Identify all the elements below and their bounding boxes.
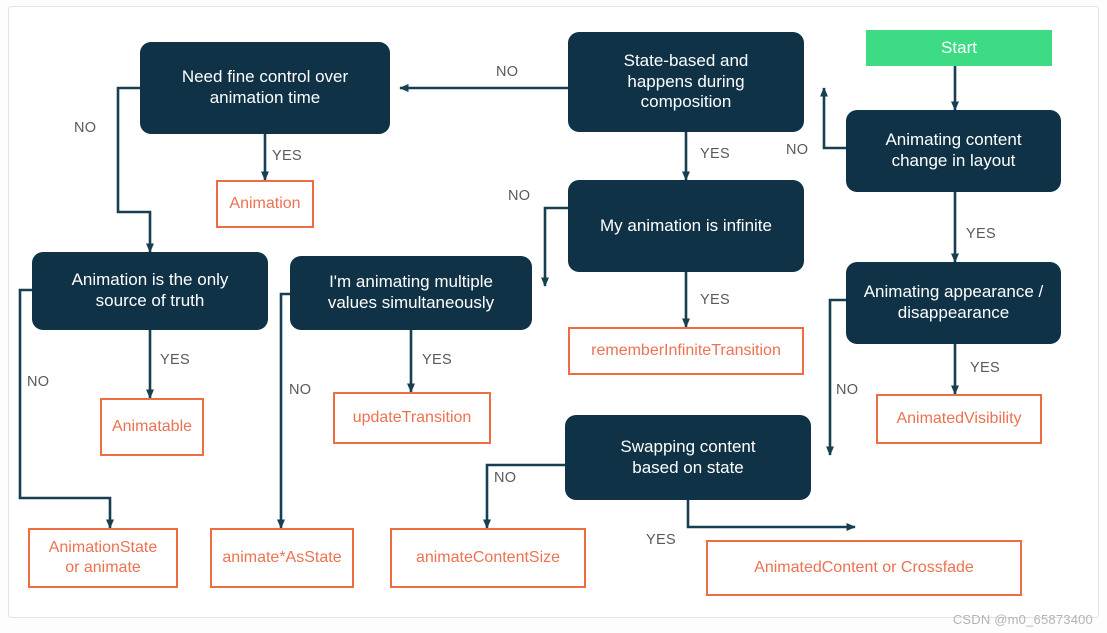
edge-label-swapping-no: NO xyxy=(494,470,517,486)
node-animating-multiple-values-label: I'm animating multiple values simultaneo… xyxy=(327,272,495,312)
node-remember-infinite-transition-label: rememberInfiniteTransition xyxy=(591,342,781,360)
node-animated-visibility[interactable]: AnimatedVisibility xyxy=(876,394,1042,444)
edge-label-appearance-yes: YES xyxy=(970,360,1000,376)
node-start[interactable]: Start xyxy=(866,30,1052,66)
node-state-based-composition-label: State-based and happens during compositi… xyxy=(623,50,749,112)
edge-label-onlysource-yes: YES xyxy=(160,352,190,368)
node-swapping-content-label: Swapping content based on state xyxy=(620,436,756,477)
edge-label-composition-no: NO xyxy=(496,64,519,80)
node-start-label: Start xyxy=(941,37,977,57)
node-need-fine-control[interactable]: Need fine control over animation time xyxy=(140,42,390,134)
node-animation-result[interactable]: Animation xyxy=(216,180,314,228)
node-swapping-content[interactable]: Swapping content based on state xyxy=(565,415,811,500)
edge-label-finecontrol-yes: YES xyxy=(272,148,302,164)
node-my-animation-infinite[interactable]: My animation is infinite xyxy=(568,180,804,272)
node-animation-state-or-animate[interactable]: AnimationState or animate xyxy=(28,528,178,588)
node-animating-appearance-label: Animating appearance / disappearance xyxy=(863,282,1044,322)
flowchart-canvas: Start Animating content change in layout… xyxy=(0,0,1107,633)
node-animated-visibility-label: AnimatedVisibility xyxy=(896,410,1022,428)
node-animating-multiple-values[interactable]: I'm animating multiple values simultaneo… xyxy=(290,256,532,330)
node-state-based-composition[interactable]: State-based and happens during compositi… xyxy=(568,32,804,132)
node-animate-content-size-label: animateContentSize xyxy=(415,549,561,567)
node-animating-content-change[interactable]: Animating content change in layout xyxy=(846,110,1061,192)
edge-label-composition-yes: YES xyxy=(700,146,730,162)
node-animation-only-source-label: Animation is the only source of truth xyxy=(71,270,229,310)
edge-label-infinite-no: NO xyxy=(508,188,531,204)
node-animation-only-source[interactable]: Animation is the only source of truth xyxy=(32,252,268,330)
edge-label-layout-yes: YES xyxy=(966,226,996,242)
edge-label-multiple-yes: YES xyxy=(422,352,452,368)
node-animatable[interactable]: Animatable xyxy=(100,398,204,456)
node-animate-as-state[interactable]: animate*AsState xyxy=(210,528,354,588)
node-need-fine-control-label: Need fine control over animation time xyxy=(181,67,349,107)
edge-label-layout-no: NO xyxy=(786,142,809,158)
node-animating-appearance[interactable]: Animating appearance / disappearance xyxy=(846,262,1061,344)
node-animated-content-or-crossfade-label: AnimatedContent or Crossfade xyxy=(754,559,974,577)
edge-label-appearance-no: NO xyxy=(836,382,859,398)
watermark: CSDN @m0_65873400 xyxy=(952,612,1093,627)
node-update-transition-label: updateTransition xyxy=(352,409,472,427)
edge-label-onlysource-no: NO xyxy=(27,374,50,390)
edge-label-infinite-yes: YES xyxy=(700,292,730,308)
node-animation-result-label: Animation xyxy=(229,195,301,213)
node-animate-as-state-label: animate*AsState xyxy=(222,549,342,567)
node-my-animation-infinite-label: My animation is infinite xyxy=(600,215,772,235)
edge-label-multiple-no: NO xyxy=(289,382,312,398)
node-animated-content-or-crossfade[interactable]: AnimatedContent or Crossfade xyxy=(706,540,1022,596)
edge-label-finecontrol-no: NO xyxy=(74,120,97,136)
node-remember-infinite-transition[interactable]: rememberInfiniteTransition xyxy=(568,327,804,375)
node-update-transition[interactable]: updateTransition xyxy=(333,392,491,444)
node-animatable-label: Animatable xyxy=(111,418,193,436)
edge-label-swapping-yes: YES xyxy=(646,532,676,548)
node-animate-content-size[interactable]: animateContentSize xyxy=(390,528,586,588)
node-animation-state-or-animate-label: AnimationState or animate xyxy=(48,539,158,576)
node-animating-content-change-label: Animating content change in layout xyxy=(885,130,1022,170)
